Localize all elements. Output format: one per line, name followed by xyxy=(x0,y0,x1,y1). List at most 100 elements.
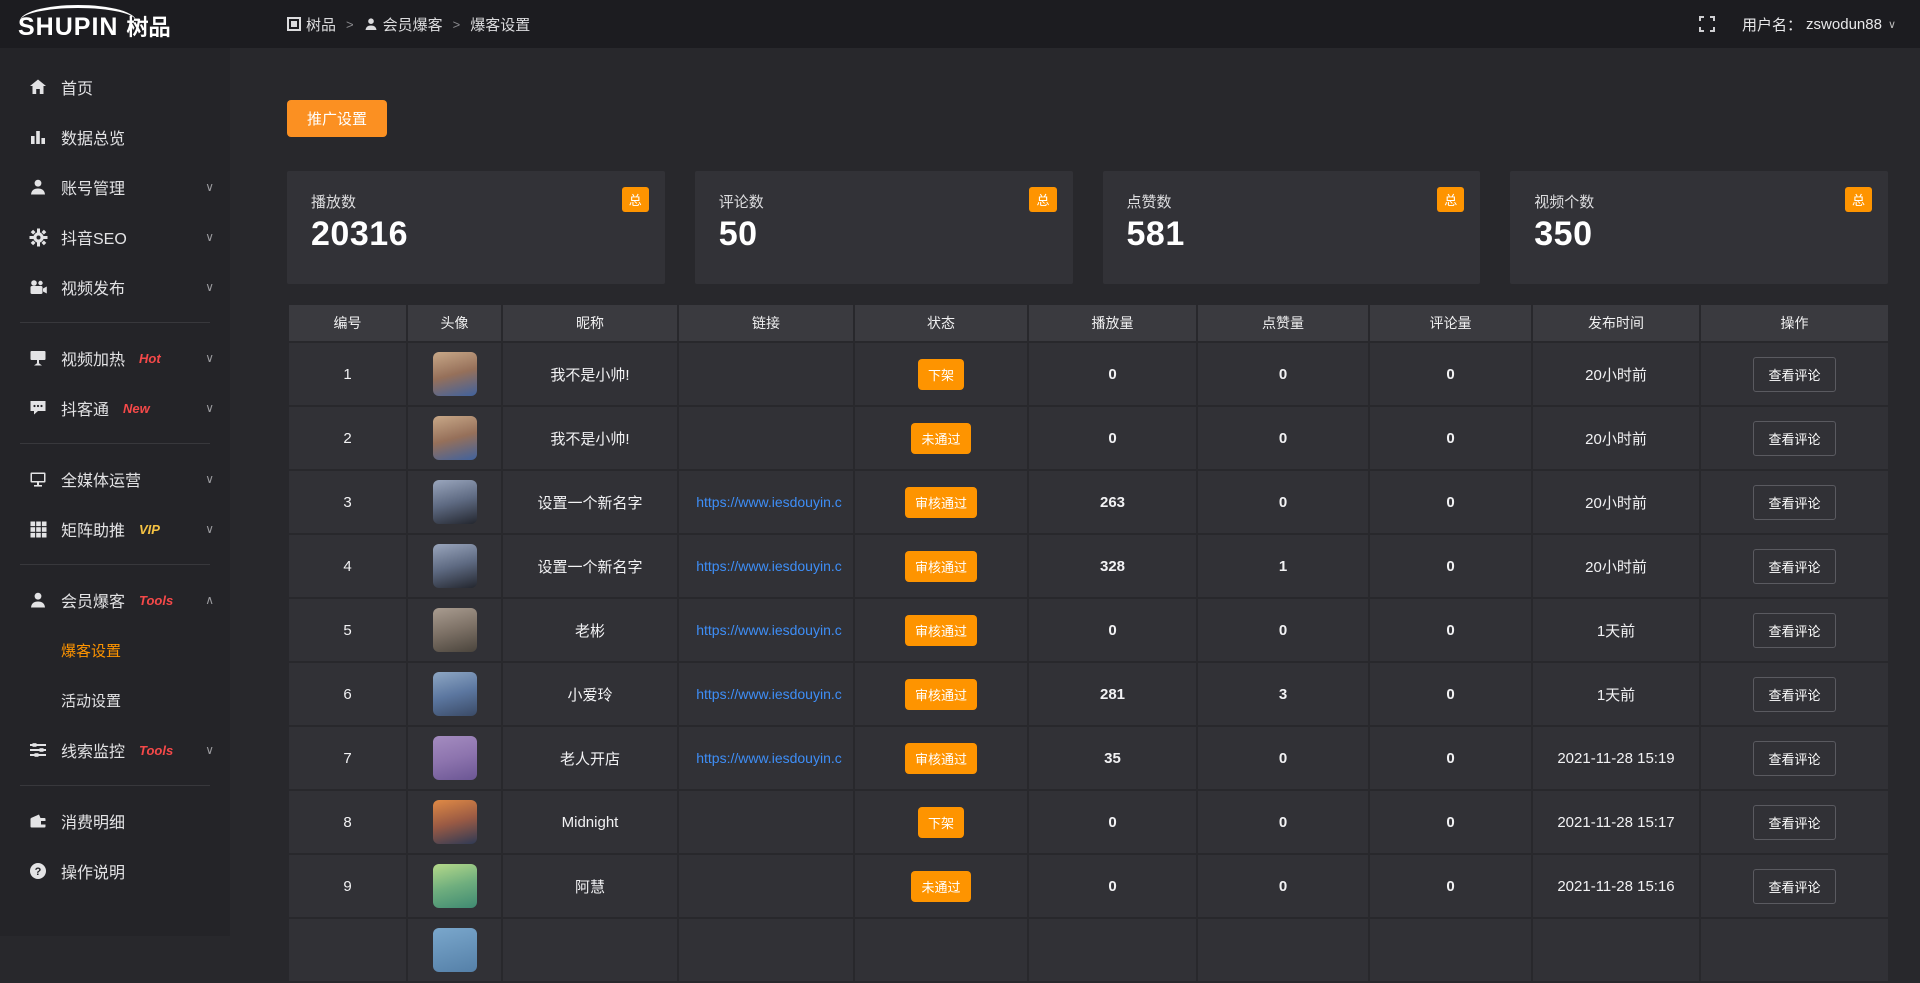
cell-comments: 0 xyxy=(1369,470,1532,534)
breadcrumb-item-member[interactable]: 会员爆客 xyxy=(364,14,443,35)
wallet-icon xyxy=(28,811,48,831)
view-comments-button[interactable]: 查看评论 xyxy=(1753,485,1835,520)
cell-publish-time: 2021-11-28 15:17 xyxy=(1532,790,1700,854)
cell-comments: 0 xyxy=(1369,662,1532,726)
cell-likes: 0 xyxy=(1197,790,1369,854)
sidebar-subitem-baoke-settings[interactable]: 爆客设置 xyxy=(0,625,230,675)
sidebar: 首页 数据总览 账号管理 ∨ 抖音SEO ∨ 视频发布 ∨ 视频加热 Hot ∨… xyxy=(0,48,230,936)
cell-plays: 35 xyxy=(1028,726,1197,790)
sidebar-item-home[interactable]: 首页 xyxy=(0,62,230,112)
cell-likes: 1 xyxy=(1197,534,1369,598)
view-comments-button[interactable]: 查看评论 xyxy=(1753,613,1835,648)
avatar xyxy=(433,800,477,844)
user-icon xyxy=(28,177,48,197)
stat-cards: 播放数 20316 总 评论数 50 总 点赞数 581 总 视频个数 350 … xyxy=(287,171,1888,284)
video-link[interactable]: https://www.iesdouyin.c xyxy=(696,750,842,766)
stat-value: 581 xyxy=(1127,215,1481,254)
sidebar-item-label: 矩阵助推 xyxy=(61,517,125,541)
view-comments-button[interactable]: 查看评论 xyxy=(1753,869,1835,904)
total-badge: 总 xyxy=(1845,187,1872,212)
sidebar-item-douketong[interactable]: 抖客通 New ∨ xyxy=(0,383,230,433)
chevron-down-icon: ∨ xyxy=(205,180,214,194)
sidebar-item-lead-monitor[interactable]: 线索监控 Tools ∨ xyxy=(0,725,230,775)
sidebar-item-consumption-detail[interactable]: 消费明细 xyxy=(0,796,230,846)
video-link[interactable]: https://www.iesdouyin.c xyxy=(696,686,842,702)
sidebar-divider xyxy=(20,564,210,565)
question-circle-icon: ? xyxy=(28,861,48,881)
col-header-nickname: 昵称 xyxy=(502,304,678,342)
table-row: 3 设置一个新名字 https://www.iesdouyin.c 审核通过 2… xyxy=(288,470,1889,534)
cell-comments: 0 xyxy=(1369,726,1532,790)
view-comments-button[interactable]: 查看评论 xyxy=(1753,549,1835,584)
breadcrumb-separator: > xyxy=(346,17,354,32)
stat-card-plays: 播放数 20316 总 xyxy=(287,171,665,284)
cell-comments: 0 xyxy=(1369,854,1532,918)
vip-badge: VIP xyxy=(139,522,160,537)
col-header-id: 编号 xyxy=(288,304,407,342)
cell-comments: 0 xyxy=(1369,342,1532,406)
avatar xyxy=(433,672,477,716)
sidebar-item-instructions[interactable]: ? 操作说明 xyxy=(0,846,230,896)
cell-id: 3 xyxy=(288,470,407,534)
cell-plays: 0 xyxy=(1028,342,1197,406)
sliders-icon xyxy=(28,740,48,760)
view-comments-button[interactable]: 查看评论 xyxy=(1753,741,1835,776)
avatar xyxy=(433,352,477,396)
view-comments-button[interactable]: 查看评论 xyxy=(1753,677,1835,712)
grid-icon xyxy=(287,17,301,31)
hot-badge: Hot xyxy=(139,351,161,366)
video-link[interactable]: https://www.iesdouyin.c xyxy=(696,558,842,574)
cell-id: 7 xyxy=(288,726,407,790)
sidebar-item-label: 线索监控 xyxy=(61,738,125,762)
cell-id: 1 xyxy=(288,342,407,406)
status-badge: 下架 xyxy=(918,807,964,838)
user-menu[interactable]: 用户名： zswodun88 ∨ xyxy=(1742,14,1896,35)
top-bar: SHUPIN 树品 树品 > 会员爆客 > 爆客设置 用户名： zswodun8… xyxy=(0,0,1920,48)
sidebar-item-douyin-seo[interactable]: 抖音SEO ∨ xyxy=(0,212,230,262)
cell-publish-time: 1天前 xyxy=(1532,598,1700,662)
view-comments-button[interactable]: 查看评论 xyxy=(1753,357,1835,392)
view-comments-button[interactable]: 查看评论 xyxy=(1753,805,1835,840)
status-badge: 审核通过 xyxy=(905,487,977,518)
sidebar-item-label: 消费明细 xyxy=(61,809,125,833)
sidebar-item-label: 会员爆客 xyxy=(61,588,125,612)
sidebar-item-member-baoke[interactable]: 会员爆客 Tools ∧ xyxy=(0,575,230,625)
sidebar-item-video-heat[interactable]: 视频加热 Hot ∨ xyxy=(0,333,230,383)
table-row: 9 阿慧 未通过 0 0 0 2021-11-28 15:16 查看评论 xyxy=(288,854,1889,918)
sidebar-item-media-operation[interactable]: 全媒体运营 ∨ xyxy=(0,454,230,504)
stat-label: 点赞数 xyxy=(1127,191,1481,212)
screen-filter-icon xyxy=(28,348,48,368)
sidebar-item-matrix-boost[interactable]: 矩阵助推 VIP ∨ xyxy=(0,504,230,554)
cell-likes: 0 xyxy=(1197,406,1369,470)
breadcrumb-separator: > xyxy=(453,17,461,32)
sidebar-item-label: 数据总览 xyxy=(61,125,125,149)
video-camera-icon xyxy=(28,277,48,297)
breadcrumb-item-home[interactable]: 树品 xyxy=(287,14,336,35)
col-header-link: 链接 xyxy=(678,304,854,342)
video-link[interactable]: https://www.iesdouyin.c xyxy=(696,622,842,638)
table-row: 2 我不是小帅! 未通过 0 0 0 20小时前 查看评论 xyxy=(288,406,1889,470)
sidebar-subitem-activity-settings[interactable]: 活动设置 xyxy=(0,675,230,725)
col-header-likes: 点赞量 xyxy=(1197,304,1369,342)
cell-likes: 3 xyxy=(1197,662,1369,726)
avatar xyxy=(433,864,477,908)
cell-comments: 0 xyxy=(1369,534,1532,598)
breadcrumb-label: 树品 xyxy=(306,14,336,35)
chevron-down-icon: ∨ xyxy=(205,280,214,294)
cell-id: 4 xyxy=(288,534,407,598)
sidebar-item-video-publish[interactable]: 视频发布 ∨ xyxy=(0,262,230,312)
sidebar-item-account-mgmt[interactable]: 账号管理 ∨ xyxy=(0,162,230,212)
stat-card-comments: 评论数 50 总 xyxy=(695,171,1073,284)
sidebar-item-data-overview[interactable]: 数据总览 xyxy=(0,112,230,162)
col-header-actions: 操作 xyxy=(1700,304,1889,342)
fullscreen-icon[interactable] xyxy=(1698,15,1716,33)
sidebar-divider xyxy=(20,443,210,444)
stat-card-videos: 视频个数 350 总 xyxy=(1510,171,1888,284)
main-content: 推广设置 播放数 20316 总 评论数 50 总 点赞数 581 总 视频个数… xyxy=(230,48,1920,936)
view-comments-button[interactable]: 查看评论 xyxy=(1753,421,1835,456)
video-link[interactable]: https://www.iesdouyin.c xyxy=(696,494,842,510)
cell-likes: 0 xyxy=(1197,598,1369,662)
cell-id: 5 xyxy=(288,598,407,662)
home-icon xyxy=(28,77,48,97)
promotion-settings-button[interactable]: 推广设置 xyxy=(287,100,387,137)
